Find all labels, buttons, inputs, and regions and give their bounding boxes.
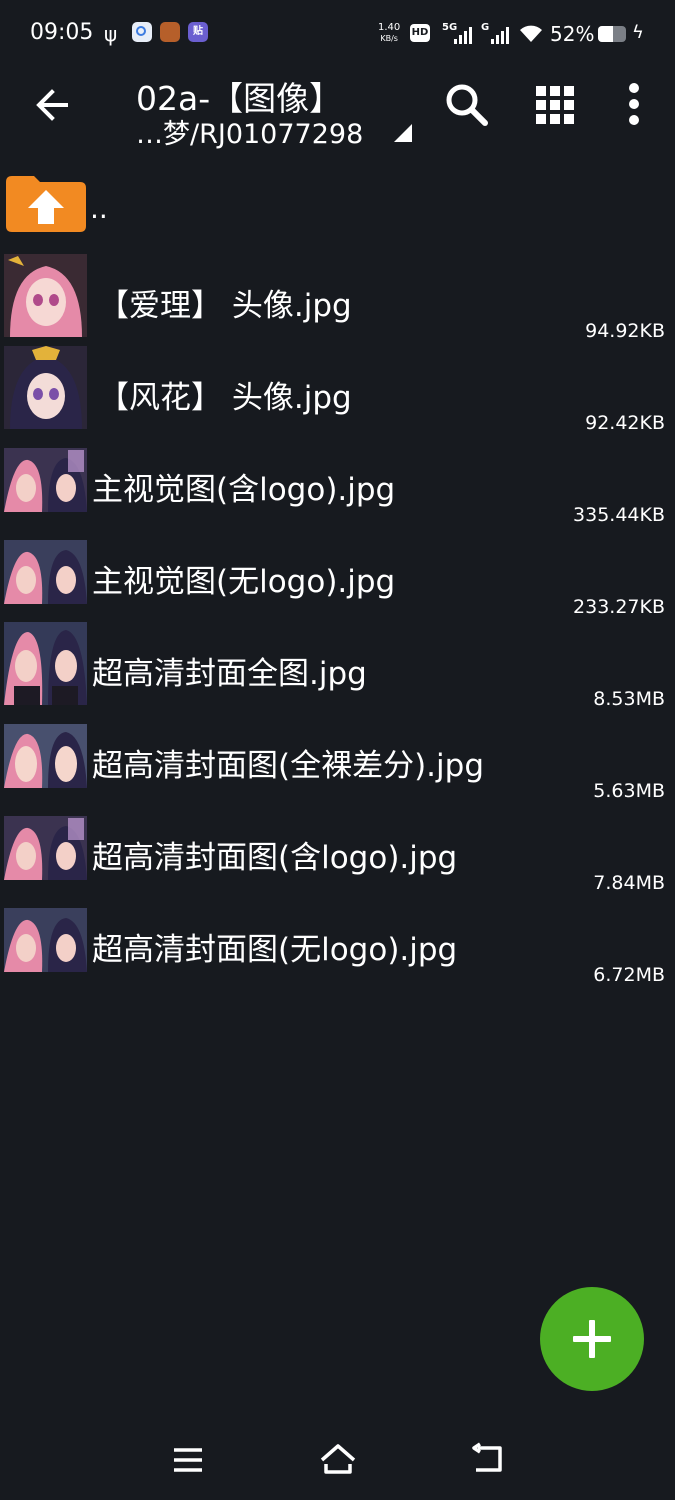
status-time: 09:05 xyxy=(30,20,94,45)
file-size: 5.63MB xyxy=(593,780,665,802)
battery-percent: 52% xyxy=(550,22,595,46)
file-row[interactable]: 超高清封面全图.jpg 8.53MB xyxy=(0,622,675,712)
path-dropdown-icon[interactable] xyxy=(394,124,412,142)
grid-view-icon[interactable] xyxy=(530,80,580,130)
system-nav-bar xyxy=(0,1420,675,1500)
battery-level-fill xyxy=(598,26,613,42)
file-size: 92.42KB xyxy=(585,412,665,434)
file-row[interactable]: 主视觉图(含logo).jpg 335.44KB xyxy=(0,438,675,528)
file-row[interactable]: 【爱理】 头像.jpg 94.92KB xyxy=(0,254,675,344)
file-name: 【爱理】 头像.jpg xyxy=(98,288,352,324)
image-thumbnail xyxy=(4,346,87,429)
wifi-icon xyxy=(520,25,542,42)
file-size: 94.92KB xyxy=(585,320,665,342)
back-arrow-icon[interactable] xyxy=(30,82,76,128)
signal-5g-label: 5G xyxy=(442,22,458,33)
game-notification-icon xyxy=(160,22,180,42)
file-size: 8.53MB xyxy=(593,688,665,710)
file-row[interactable]: 超高清封面图(无logo).jpg 6.72MB xyxy=(0,898,675,988)
image-thumbnail xyxy=(4,254,87,337)
file-name: 主视觉图(含logo).jpg xyxy=(92,472,396,508)
file-size: 6.72MB xyxy=(593,964,665,986)
parent-folder-label: .. xyxy=(90,192,108,225)
app-notification-icon xyxy=(132,22,152,42)
folder-path[interactable]: …梦/RJ01077298 xyxy=(136,112,363,151)
menu-icon[interactable] xyxy=(168,1440,208,1480)
file-name: 超高清封面全图.jpg xyxy=(92,656,367,692)
tieba-notification-icon: 贴 xyxy=(188,22,208,42)
signal-g-icon: G xyxy=(481,22,513,44)
status-bar: 09:05 ψ 贴 1.40 KB/s HD 5G G 52% ϟ xyxy=(0,0,675,68)
file-name: 超高清封面图(全裸差分).jpg xyxy=(92,748,485,784)
network-speed: 1.40 KB/s xyxy=(378,22,400,44)
signal-5g-icon: 5G xyxy=(442,22,474,44)
file-row[interactable]: 超高清封面图(全裸差分).jpg 5.63MB xyxy=(0,714,675,804)
file-size: 233.27KB xyxy=(573,596,665,618)
back-icon[interactable] xyxy=(468,1440,508,1480)
image-thumbnail xyxy=(4,540,87,604)
network-speed-unit: KB/s xyxy=(380,34,398,43)
file-size: 7.84MB xyxy=(593,872,665,894)
image-thumbnail xyxy=(4,816,87,880)
image-thumbnail xyxy=(4,908,87,972)
file-name: 超高清封面图(含logo).jpg xyxy=(92,840,458,876)
charging-icon: ϟ xyxy=(632,22,644,43)
file-row[interactable]: 超高清封面图(含logo).jpg 7.84MB xyxy=(0,806,675,896)
parent-folder-row[interactable]: .. xyxy=(0,162,675,246)
network-speed-value: 1.40 xyxy=(378,22,401,33)
search-icon[interactable] xyxy=(442,80,492,130)
home-icon[interactable] xyxy=(318,1440,358,1480)
battery-icon xyxy=(598,26,626,42)
image-thumbnail xyxy=(4,622,87,705)
file-size: 335.44KB xyxy=(573,504,665,526)
file-name: 【风花】 头像.jpg xyxy=(98,380,352,416)
folder-up-icon xyxy=(6,176,86,232)
add-fab-button[interactable] xyxy=(540,1287,644,1391)
file-row[interactable]: 主视觉图(无logo).jpg 233.27KB xyxy=(0,530,675,620)
more-vert-icon[interactable] xyxy=(610,80,660,130)
file-name: 主视觉图(无logo).jpg xyxy=(92,564,396,600)
signal-g-label: G xyxy=(481,22,490,33)
file-name: 超高清封面图(无logo).jpg xyxy=(92,932,458,968)
image-thumbnail xyxy=(4,448,87,512)
app-toolbar: 02a-【图像】 …梦/RJ01077298 xyxy=(0,68,675,158)
hd-voice-badge: HD xyxy=(410,24,430,42)
file-row[interactable]: 【风花】 头像.jpg 92.42KB xyxy=(0,346,675,436)
image-thumbnail xyxy=(4,724,87,788)
usb-icon: ψ xyxy=(104,22,118,46)
